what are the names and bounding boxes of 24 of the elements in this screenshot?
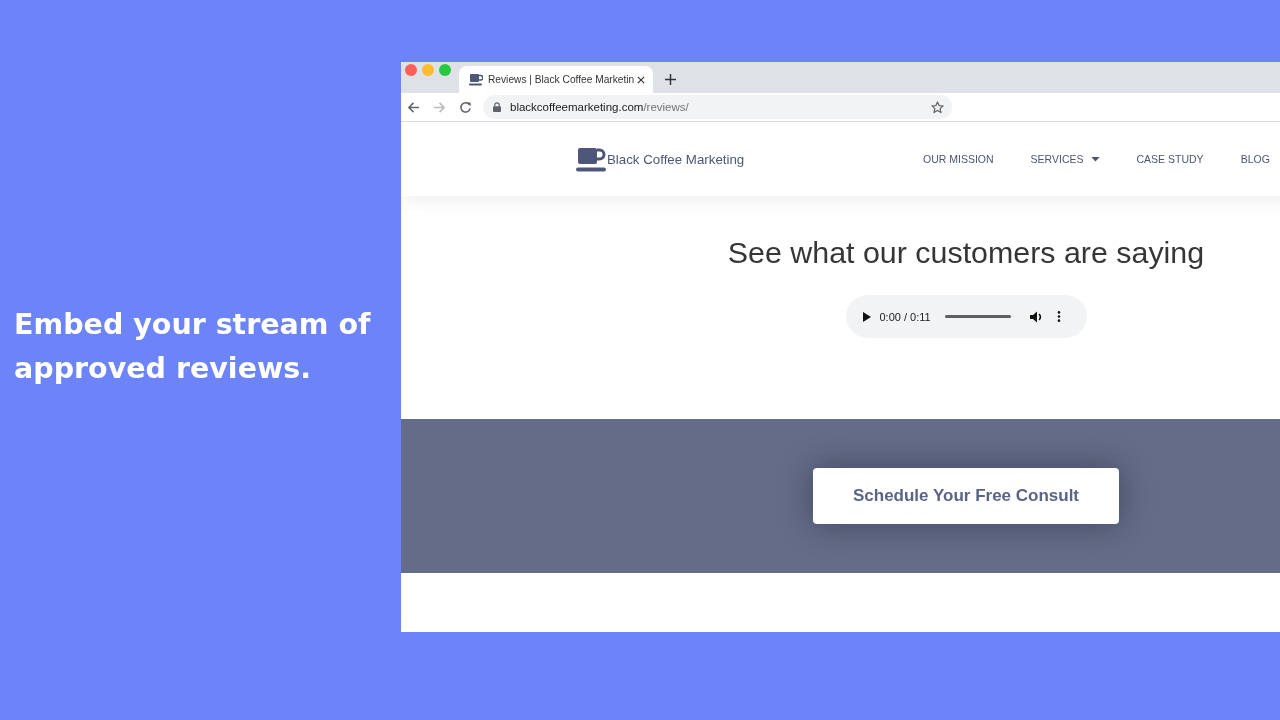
nav-link[interactable]: SERVICES <box>1030 153 1100 165</box>
play-icon[interactable] <box>862 311 871 322</box>
cup-icon <box>469 73 483 86</box>
progress-track[interactable] <box>944 315 1011 318</box>
nav-link[interactable]: CASE STUDY <box>1136 153 1204 165</box>
brand-name[interactable]: Black Coffee Marketing <box>607 151 745 167</box>
cup-icon <box>576 148 606 172</box>
browser-tab[interactable]: Reviews | Black Coffee Marketin <box>459 66 653 93</box>
lock-icon <box>493 102 501 112</box>
address-bar[interactable]: blackcoffeemarketing.com/reviews/ <box>483 95 952 119</box>
nav-link[interactable]: BLOG <box>1240 153 1270 165</box>
section-heading: See what our customers are saying <box>727 234 1205 271</box>
more-icon[interactable] <box>1056 311 1061 322</box>
volume-icon[interactable] <box>1029 310 1043 323</box>
star-icon[interactable] <box>931 100 944 114</box>
new-tab-icon[interactable] <box>665 74 676 85</box>
close-icon[interactable] <box>637 75 645 84</box>
consult-button[interactable]: Schedule Your Free Consult <box>813 468 1119 524</box>
back-icon[interactable] <box>407 100 420 114</box>
audio-time: 0:00 / 0:11 <box>879 310 931 323</box>
url-text: blackcoffeemarketing.com/reviews/ <box>510 101 690 113</box>
headline: Embed your stream of approved reviews. <box>14 307 372 387</box>
nav-link[interactable]: OUR MISSION <box>923 153 994 165</box>
reload-icon[interactable] <box>459 100 472 114</box>
